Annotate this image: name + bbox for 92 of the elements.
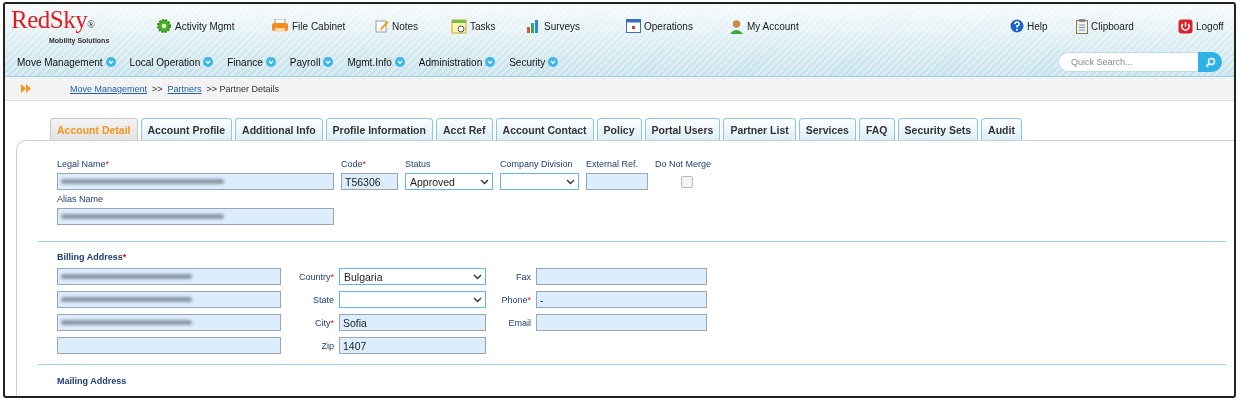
input-field[interactable] (57, 173, 334, 190)
nav-link[interactable]: Help (1010, 19, 1048, 33)
printer-icon (271, 19, 289, 33)
input-field[interactable]: - (536, 291, 707, 308)
nav-link[interactable]: Surveys (526, 19, 581, 33)
field-label: Fax (516, 271, 531, 282)
input-field[interactable] (536, 268, 707, 285)
arrow-icon (21, 84, 33, 93)
input-field[interactable] (586, 173, 648, 190)
dropdown-icon (323, 57, 334, 67)
field-label: Legal Name* (57, 159, 111, 170)
tab[interactable]: Account Contact (495, 118, 594, 140)
input-field[interactable] (57, 208, 334, 225)
chevron-icon (480, 178, 489, 185)
menu-item[interactable]: Security (509, 56, 559, 68)
field-label: Code* (341, 159, 368, 170)
tab[interactable]: Additional Info (235, 118, 323, 140)
checkbox[interactable] (681, 176, 693, 188)
calendar-icon (451, 18, 467, 34)
field-label: Phone* (501, 294, 531, 305)
clipboard-icon (1076, 18, 1088, 34)
menu-item[interactable]: Payroll (289, 56, 334, 68)
tab[interactable]: Acct Ref (435, 118, 493, 140)
dropdown-icon (105, 57, 116, 67)
breadcrumb-text: >> (152, 83, 163, 94)
input-field[interactable] (57, 268, 281, 285)
input-field[interactable] (57, 314, 281, 331)
select-field[interactable]: Approved (405, 173, 493, 190)
input-field[interactable] (57, 337, 281, 354)
nav-link[interactable]: My Account (729, 18, 799, 34)
chevron-icon (473, 296, 482, 303)
dropdown-icon (203, 57, 214, 67)
field-label: Do Not Merge (655, 159, 713, 170)
power-icon (1178, 18, 1193, 34)
field-label: Alias Name (57, 194, 104, 205)
tab[interactable]: Profile Information (325, 118, 433, 140)
nav-link[interactable]: Clipboard (1076, 18, 1134, 34)
user-icon (729, 18, 744, 34)
field-label: State (313, 294, 334, 305)
tab[interactable]: Portal Users (644, 118, 721, 140)
menu-item[interactable]: Local Operation (129, 56, 214, 68)
tab[interactable]: Partner List (723, 118, 796, 140)
select-field[interactable]: Bulgaria (339, 268, 486, 285)
tab[interactable]: Services (798, 118, 856, 140)
input-field[interactable]: Sofia (339, 314, 486, 331)
breadcrumb-text: >> Partner Details (206, 83, 280, 94)
input-field[interactable]: T56306 (341, 173, 398, 190)
dropdown-icon (485, 57, 496, 67)
breadcrumb-link[interactable]: Move Management (70, 83, 148, 94)
menu-item[interactable]: Finance (227, 56, 276, 68)
field-label: Status (405, 159, 432, 170)
nav-link[interactable]: Logoff (1178, 18, 1224, 34)
chevron-icon (473, 273, 482, 280)
tab[interactable]: FAQ (858, 118, 895, 140)
nav-link[interactable]: Notes (375, 19, 419, 33)
field-label: External Ref. (586, 159, 640, 170)
nav-link[interactable]: Activity Mgmt (156, 18, 235, 34)
tab[interactable]: Account Profile (140, 118, 233, 140)
search-button[interactable] (1198, 52, 1222, 72)
menu-item[interactable]: Administration (418, 56, 496, 68)
gear-icon (156, 18, 172, 34)
notepad-icon (375, 19, 389, 33)
help-icon (1010, 19, 1024, 33)
nav-link[interactable]: File Cabinet (271, 19, 346, 33)
tab[interactable]: Audit (981, 118, 1022, 140)
field-label: Email (508, 317, 531, 328)
window-icon (626, 19, 641, 33)
chevron-icon (566, 178, 575, 185)
bar-chart-icon (526, 19, 541, 33)
section-title: Billing Address* (57, 252, 128, 262)
field-label: Company Division (500, 159, 574, 170)
search-field[interactable]: Quick Search... (1058, 52, 1198, 72)
field-label: Zip (321, 340, 334, 351)
menu-item[interactable]: Mgmt.Info (347, 56, 405, 68)
search-icon (1204, 56, 1216, 68)
dropdown-icon (394, 57, 405, 67)
nav-link[interactable]: Tasks (451, 18, 496, 34)
menu-item[interactable]: Move Management (17, 56, 116, 68)
dropdown-icon (548, 57, 559, 67)
select-field[interactable] (500, 173, 579, 190)
tab[interactable]: Policy (596, 118, 642, 140)
input-field[interactable] (57, 291, 281, 308)
field-label: Country* (298, 271, 334, 282)
input-field[interactable] (536, 314, 707, 331)
field-label: City* (315, 317, 334, 328)
dropdown-icon (265, 57, 276, 67)
select-field[interactable] (339, 291, 486, 308)
breadcrumb-link[interactable]: Partners (167, 83, 202, 94)
nav-link[interactable]: Operations (626, 19, 693, 33)
section-title: Mailing Address (57, 376, 128, 386)
tab[interactable]: Security Sets (897, 118, 979, 140)
input-field[interactable]: 1407 (339, 337, 486, 354)
